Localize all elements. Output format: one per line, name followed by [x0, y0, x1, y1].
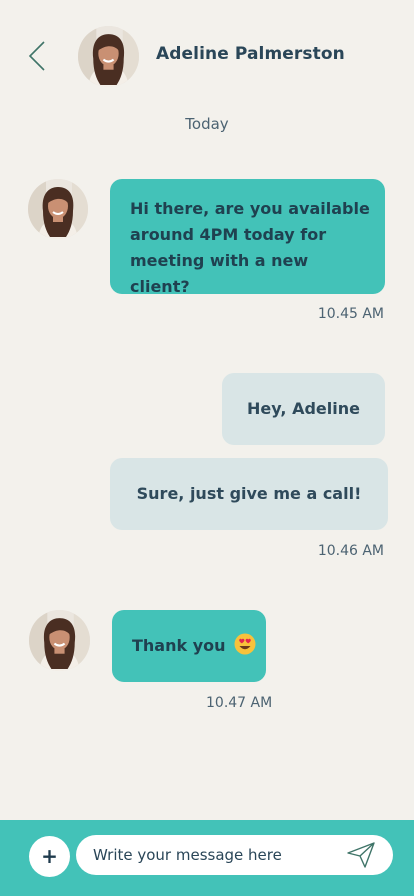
message-text: Thank you [132, 636, 226, 655]
back-button[interactable] [24, 38, 52, 74]
heart-eyes-emoji-icon [234, 633, 256, 655]
sender-avatar [28, 179, 88, 239]
message-bubble-incoming[interactable]: Thank you [112, 610, 266, 682]
date-separator: Today [185, 115, 229, 133]
message-timestamp: 10.46 AM [317, 543, 384, 559]
sender-avatar [29, 610, 90, 671]
chevron-left-icon [28, 41, 45, 71]
message-composer: + [0, 820, 414, 896]
send-button[interactable] [346, 841, 376, 869]
contact-name: Adeline Palmerston [156, 44, 345, 64]
message-timestamp: 10.45 AM [317, 306, 384, 322]
message-bubble-outgoing[interactable]: Sure, just give me a call! [110, 458, 388, 530]
message-bubble-outgoing[interactable]: Hey, Adeline [222, 373, 385, 445]
message-input[interactable] [93, 835, 338, 875]
message-timestamp: 10.47 AM [206, 695, 273, 711]
message-bubble-incoming[interactable]: Hi there, are you available around 4PM t… [110, 179, 385, 296]
send-icon [347, 842, 375, 868]
contact-avatar[interactable] [78, 26, 139, 87]
message-field [76, 835, 393, 875]
add-attachment-button[interactable]: + [29, 836, 70, 877]
